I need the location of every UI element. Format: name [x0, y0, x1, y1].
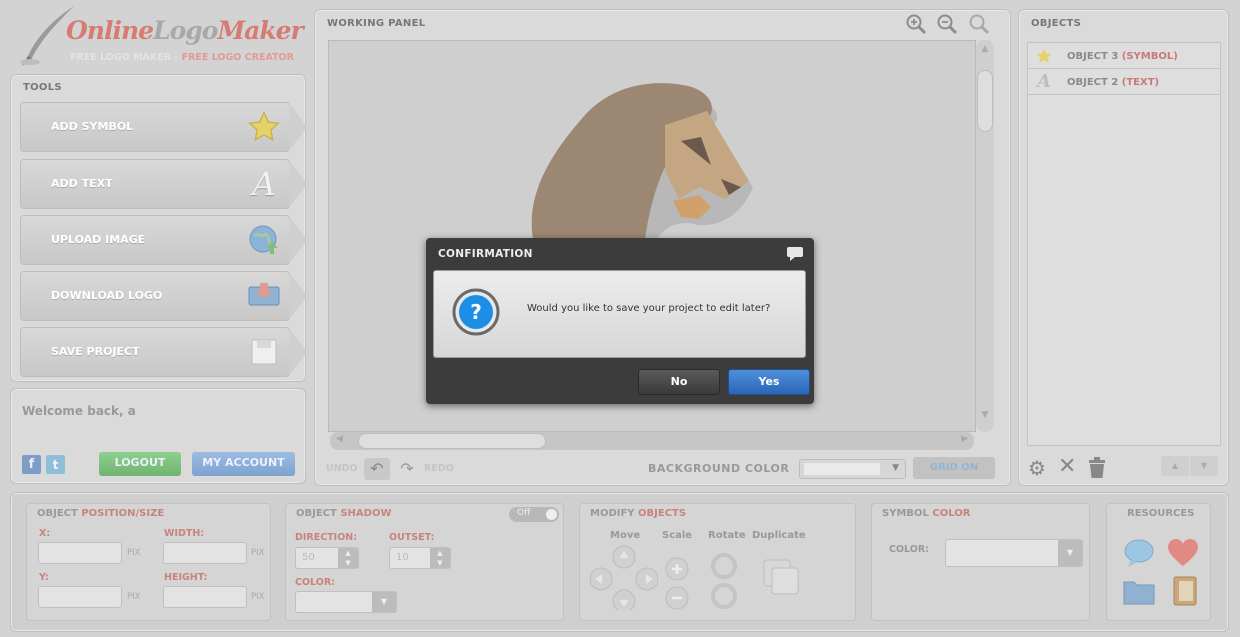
symbol-color-panel: SYMBOL COLOR COLOR: ▼ — [871, 503, 1090, 621]
download-monitor-icon — [245, 278, 283, 314]
globe-upload-icon — [245, 222, 283, 258]
address-book-icon[interactable] — [1173, 576, 1197, 606]
shadow-toggle[interactable]: Off — [509, 507, 559, 522]
add-text-button[interactable]: ADD TEXT A — [20, 159, 307, 209]
modify-objects-panel: MODIFY OBJECTS Move Scale Rotate Duplica… — [579, 503, 856, 621]
background-color-select[interactable]: ▼ — [799, 459, 906, 479]
star-icon — [1036, 48, 1052, 63]
account-panel: Welcome back, a f t LOGOUT MY ACCOUNT — [10, 388, 306, 484]
move-down-button[interactable]: ▼ — [1190, 456, 1218, 476]
height-input[interactable] — [163, 586, 247, 608]
shadow-panel: OBJECT SHADOW Off DIRECTION: 50 ▲ ▼ OUTSE… — [285, 503, 564, 621]
zoom-out-icon[interactable] — [936, 13, 958, 35]
welcome-text: Welcome back, a — [22, 404, 136, 418]
download-logo-button[interactable]: DOWNLOAD LOGO — [20, 271, 307, 321]
shadow-color-select[interactable]: ▼ — [295, 591, 397, 613]
zoom-fit-icon[interactable] — [968, 13, 990, 35]
app-logo: OnlineLogoMaker FREE LOGO MAKER - FREE L… — [12, 4, 306, 70]
text-a-icon: A — [252, 165, 276, 203]
tools-title: TOOLS — [23, 82, 62, 93]
dialog-body: ? Would you like to save your project to… — [433, 270, 806, 358]
scroll-down-button[interactable]: ▼ — [978, 410, 992, 424]
twitter-icon[interactable]: t — [46, 455, 65, 474]
no-button[interactable]: No — [638, 369, 720, 395]
folder-icon[interactable] — [1123, 578, 1155, 606]
scroll-right-button[interactable]: ▶ — [961, 434, 968, 444]
trash-icon[interactable] — [1087, 457, 1107, 479]
dialog-title: CONFIRMATION — [438, 248, 533, 260]
confirmation-dialog: CONFIRMATION ? Would you like to save yo… — [426, 238, 814, 404]
floppy-disk-icon — [245, 334, 283, 370]
object-list-item[interactable]: OBJECT 3 (SYMBOL) — [1027, 43, 1219, 69]
logout-button[interactable]: LOGOUT — [99, 452, 181, 476]
background-color-label: BACKGROUND COLOR — [648, 462, 790, 475]
scale-icon[interactable] — [664, 556, 690, 612]
width-input[interactable] — [163, 542, 247, 564]
brand-name: OnlineLogoMaker — [66, 16, 304, 45]
horizontal-scroll-thumb[interactable] — [358, 433, 546, 449]
canvas-vertical-scrollbar[interactable]: ▲ ▼ — [976, 40, 994, 432]
settings-gear-icon[interactable]: ⚙ — [1028, 456, 1046, 480]
chat-bubble-icon[interactable] — [1123, 538, 1155, 568]
save-project-button[interactable]: SAVE PROJECT — [20, 327, 307, 377]
move-arrows-icon[interactable] — [588, 544, 658, 610]
resources-panel: RESOURCES — [1106, 503, 1211, 621]
objects-list — [1027, 42, 1221, 446]
heart-icon[interactable] — [1167, 538, 1199, 568]
direction-stepper[interactable]: 50 ▲ ▼ — [295, 547, 359, 569]
upload-image-button[interactable]: UPLOAD IMAGE — [20, 215, 307, 265]
position-size-panel: OBJECT POSITION/SIZE X: PIX Y: PIX WIDTH… — [26, 503, 271, 621]
scroll-up-button[interactable]: ▲ — [978, 44, 992, 58]
undo-label: UNDO — [326, 463, 358, 474]
tools-panel: TOOLS ADD SYMBOL ADD TEXT A UPLOAD IMAGE… — [10, 74, 307, 382]
object-list-item[interactable]: A OBJECT 2 (TEXT) — [1027, 69, 1219, 95]
objects-title: OBJECTS — [1031, 18, 1082, 29]
move-up-button[interactable]: ▲ — [1161, 456, 1189, 476]
brand-tagline: FREE LOGO MAKER - FREE LOGO CREATOR — [70, 52, 294, 63]
undo-button[interactable]: ↶ — [364, 458, 390, 480]
yes-button[interactable]: Yes — [728, 369, 810, 395]
question-icon: ? — [452, 288, 500, 336]
speech-bubble-icon — [787, 247, 803, 261]
my-account-button[interactable]: MY ACCOUNT — [192, 452, 295, 476]
grid-toggle-button[interactable]: GRID ON — [913, 457, 995, 479]
chevron-down-icon: ▼ — [892, 463, 899, 473]
outset-stepper[interactable]: 10 ▲ ▼ — [389, 547, 451, 569]
zoom-in-icon[interactable] — [905, 13, 927, 35]
working-panel-title: WORKING PANEL — [327, 18, 426, 29]
add-symbol-button[interactable]: ADD SYMBOL — [20, 102, 307, 152]
redo-button[interactable]: ↷ — [394, 458, 420, 480]
vertical-scroll-thumb[interactable] — [977, 70, 993, 132]
duplicate-icon[interactable] — [762, 558, 802, 598]
y-input[interactable] — [38, 586, 122, 608]
redo-label: REDO — [424, 463, 454, 474]
dialog-message: Would you like to save your project to e… — [527, 303, 771, 314]
scroll-left-button[interactable]: ◀ — [336, 434, 343, 444]
delete-x-icon[interactable]: ✕ — [1058, 454, 1076, 479]
canvas-horizontal-scrollbar[interactable]: ◀ ▶ — [330, 432, 974, 450]
x-input[interactable] — [38, 542, 122, 564]
star-icon — [245, 109, 283, 145]
symbol-color-select[interactable]: ▼ — [945, 539, 1083, 567]
text-a-icon: A — [1037, 71, 1051, 92]
svg-text:?: ? — [470, 300, 482, 324]
facebook-icon[interactable]: f — [22, 455, 41, 474]
rotate-icon[interactable] — [710, 552, 738, 610]
